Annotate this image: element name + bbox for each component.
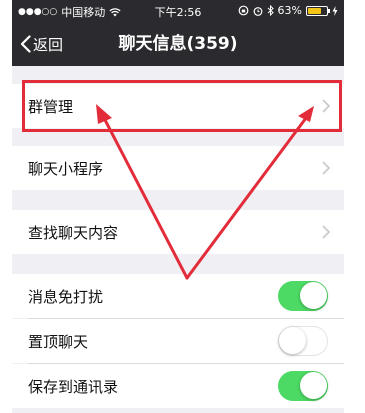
battery-icon: [306, 5, 330, 16]
navigation-bar: 返回 聊天信息(359): [12, 22, 344, 66]
pin-label: 置顶聊天: [28, 332, 89, 351]
clock: 下午2:56: [154, 6, 202, 19]
mini-programs-label: 聊天小程序: [28, 159, 104, 178]
search-content-label: 查找聊天内容: [28, 223, 119, 242]
chevron-right-icon: [322, 161, 330, 175]
charging-icon: [332, 5, 338, 16]
alarm-icon: [253, 6, 262, 16]
status-bar: ●●●○○ 中国移动 下午2:56 63%: [12, 0, 344, 22]
save-contacts-toggle[interactable]: [278, 371, 328, 401]
pin-row: 置顶聊天: [12, 319, 344, 363]
mute-toggle[interactable]: [278, 281, 328, 311]
rotation-lock-icon: [238, 5, 248, 16]
phone-screen: ●●●○○ 中国移动 下午2:56 63% 返回 聊天信息(359) 群管理 聊…: [12, 0, 344, 413]
search-content-row[interactable]: 查找聊天内容: [12, 210, 344, 254]
mini-programs-row[interactable]: 聊天小程序: [12, 146, 344, 190]
mute-row: 消息免打扰: [12, 274, 344, 318]
bluetooth-icon: [267, 5, 274, 16]
save-contacts-row: 保存到通讯录: [12, 364, 344, 408]
chevron-right-icon: [322, 225, 330, 239]
annotation-highlight-box: [22, 80, 342, 132]
pin-toggle[interactable]: [278, 326, 328, 356]
mute-label: 消息免打扰: [28, 287, 104, 306]
battery-percent: 63%: [277, 4, 302, 17]
save-contacts-label: 保存到通讯录: [28, 377, 119, 396]
page-title: 聊天信息(359): [118, 34, 238, 54]
